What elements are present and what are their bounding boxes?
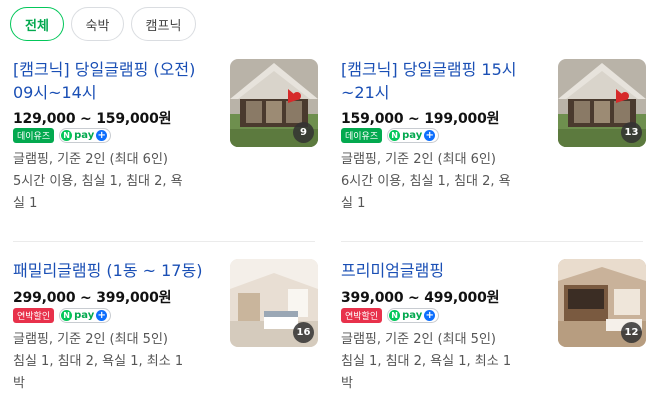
naver-n-icon: N xyxy=(389,130,401,141)
filter-tabs: 전체 숙박 캠프닉 xyxy=(10,7,196,41)
product-card[interactable]: 프리미엄글램핑 399,000 ~ 499,000원 연박할인 N pay + … xyxy=(341,259,646,419)
npay-badge: N pay + xyxy=(387,308,440,323)
multi-night-discount-badge: 연박할인 xyxy=(13,308,55,323)
badge-row: 데이유즈 N pay + xyxy=(341,128,440,143)
tab-lodging[interactable]: 숙박 xyxy=(71,7,124,41)
dayuse-badge: 데이유즈 xyxy=(13,128,55,143)
multi-night-discount-badge: 연박할인 xyxy=(341,308,383,323)
glamping-photo[interactable]: 13 xyxy=(558,59,646,147)
description: 글램핑, 기준 2인 (최대 5인) 침실 1, 침대 2, 욕실 1, 최소 … xyxy=(341,332,512,391)
title-line: [캠크닉] 당일글램핑 (오전) xyxy=(13,60,196,79)
photo-count-badge: 12 xyxy=(621,322,642,343)
room-photo[interactable]: 16 xyxy=(230,259,318,347)
product-title-link[interactable]: 패밀리글램핑 (1동 ~ 17동) xyxy=(13,259,221,282)
product-title-link[interactable]: [캠크닉] 당일글램핑 15시 ~21시 xyxy=(341,58,549,104)
product-title-link[interactable]: [캠크닉] 당일글램핑 (오전) 09시~14시 xyxy=(13,58,221,104)
title-line: 09시~14시 xyxy=(13,83,97,102)
price-range: 299,000 ~ 399,000원 xyxy=(13,290,172,306)
tab-campnic[interactable]: 캠프닉 xyxy=(131,7,196,41)
product-card[interactable]: [캠크닉] 당일글램핑 15시 ~21시 159,000 ~ 199,000원 … xyxy=(341,58,646,228)
badge-row: 연박할인 N pay + xyxy=(13,308,112,323)
divider xyxy=(13,241,315,242)
npay-badge: N pay + xyxy=(59,308,112,323)
tab-all[interactable]: 전체 xyxy=(10,7,64,41)
badge-row: 데이유즈 N pay + xyxy=(13,128,112,143)
product-card[interactable]: 패밀리글램핑 (1동 ~ 17동) 299,000 ~ 399,000원 연박할… xyxy=(13,259,318,419)
glamping-photo[interactable]: 9 xyxy=(230,59,318,147)
photo-count-badge: 13 xyxy=(621,122,642,143)
title-line: ~21시 xyxy=(341,83,390,102)
title-line: [캠크닉] 당일글램핑 15시 xyxy=(341,60,517,79)
title-line: 패밀리글램핑 (1동 ~ 17동) xyxy=(13,261,203,280)
dayuse-badge: 데이유즈 xyxy=(341,128,383,143)
description: 글램핑, 기준 2인 (최대 6인) 5시간 이용, 침실 1, 침대 2, 욕… xyxy=(13,152,183,211)
price-range: 129,000 ~ 159,000원 xyxy=(13,111,172,127)
title-line: 프리미엄글램핑 xyxy=(341,261,445,280)
badge-row: 연박할인 N pay + xyxy=(341,308,440,323)
product-card[interactable]: [캠크닉] 당일글램핑 (오전) 09시~14시 129,000 ~ 159,0… xyxy=(13,58,318,228)
description: 글램핑, 기준 2인 (최대 6인) 6시간 이용, 침실 1, 침대 2, 욕… xyxy=(341,152,511,211)
product-title-link[interactable]: 프리미엄글램핑 xyxy=(341,259,549,282)
naver-n-icon: N xyxy=(61,130,73,141)
plus-icon: + xyxy=(424,129,436,141)
divider xyxy=(341,241,643,242)
plus-icon: + xyxy=(96,129,108,141)
photo-count-badge: 9 xyxy=(293,122,314,143)
naver-n-icon: N xyxy=(389,310,401,321)
npay-badge: N pay + xyxy=(387,128,440,143)
price-range: 159,000 ~ 199,000원 xyxy=(341,111,500,127)
room-photo[interactable]: 12 xyxy=(558,259,646,347)
naver-n-icon: N xyxy=(61,310,73,321)
description: 글램핑, 기준 2인 (최대 5인) 침실 1, 침대 2, 욕실 1, 최소 … xyxy=(13,332,184,391)
plus-icon: + xyxy=(424,309,436,321)
plus-icon: + xyxy=(96,309,108,321)
photo-count-badge: 16 xyxy=(293,322,314,343)
npay-badge: N pay + xyxy=(59,128,112,143)
price-range: 399,000 ~ 499,000원 xyxy=(341,290,500,306)
